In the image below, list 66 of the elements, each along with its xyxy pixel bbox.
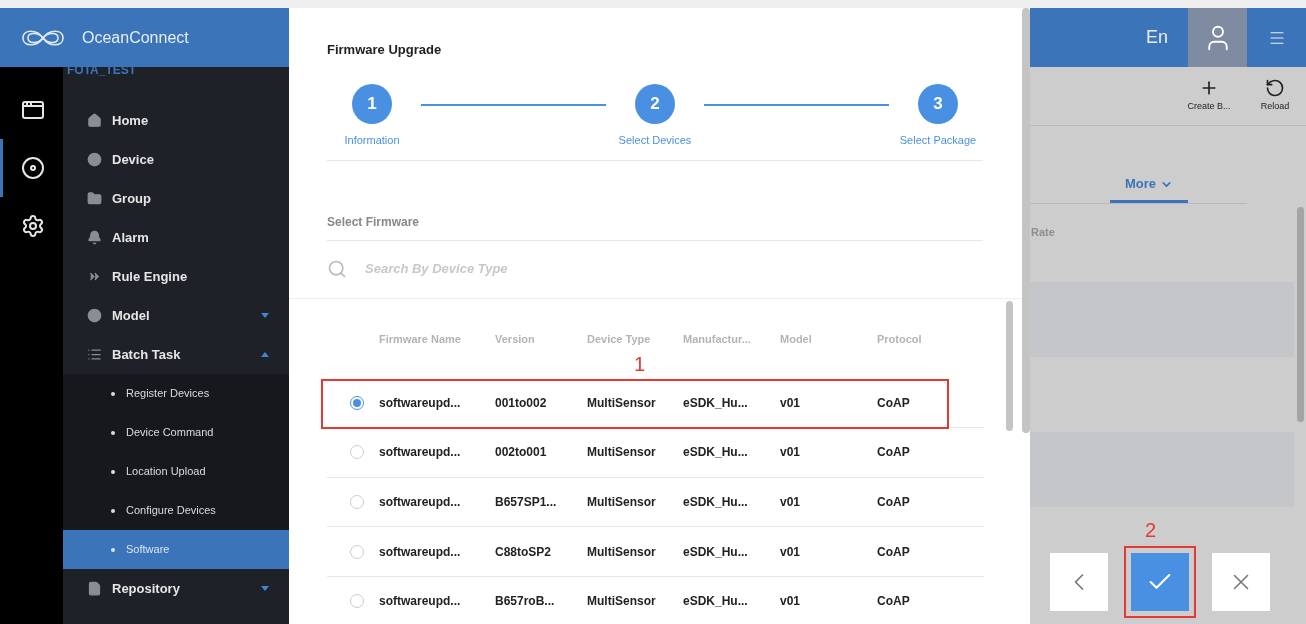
- table-row[interactable]: softwareupd... B657roB... MultiSensor eSDK_Hu... v01 CoAP: [327, 576, 984, 624]
- brand-name: OceanConnect: [82, 27, 189, 48]
- submenu-item[interactable]: Device Command: [63, 413, 289, 452]
- table-cell-text: eSDK_Hu...: [683, 593, 749, 611]
- annotation-number: 2: [1145, 518, 1157, 543]
- table-cell-text: v01: [780, 444, 802, 462]
- menu-item[interactable]: Alarm: [63, 218, 289, 257]
- menu-item[interactable]: Rule Engine: [63, 257, 289, 296]
- column-header: Model: [780, 332, 813, 348]
- toolbar-button[interactable]: Reload: [1246, 78, 1304, 114]
- table-cell-text: MultiSensor: [587, 444, 657, 462]
- table-cell-text: softwareupd...: [379, 543, 462, 561]
- table-cell-text: B657roB...: [495, 593, 556, 611]
- column-header: Firmware Name: [379, 332, 462, 348]
- step-label: Information: [344, 132, 400, 148]
- table-cell-text: v01: [780, 394, 802, 412]
- table-cell-text: CoAP: [877, 593, 911, 611]
- annotation-number: 1: [634, 351, 646, 377]
- table-cell-text: softwareupd...: [379, 593, 462, 611]
- step-label: Select Package: [899, 132, 977, 148]
- menu-item[interactable]: Home: [63, 101, 289, 140]
- table-cell-text: CoAP: [877, 444, 911, 462]
- table-cell-text: MultiSensor: [587, 543, 657, 561]
- table-cell-text: eSDK_Hu...: [683, 444, 749, 462]
- step-label: Select Devices: [618, 132, 692, 148]
- table-cell-text: v01: [780, 593, 802, 611]
- table-cell-text: eSDK_Hu...: [683, 394, 749, 412]
- table-cell-text: B657SP1...: [495, 494, 558, 511]
- table-cell-text: C88toSP2: [495, 543, 553, 561]
- table-row[interactable]: softwareupd... B657SP1... MultiSensor eSDK_Hu... v01 CoAP: [327, 477, 984, 528]
- table-cell-text: 001to002: [495, 394, 548, 412]
- table-cell-text: CoAP: [877, 543, 911, 561]
- table-cell-text: MultiSensor: [587, 394, 657, 412]
- section-title: Select Firmware: [327, 212, 983, 241]
- table-cell-text: v01: [780, 494, 802, 511]
- submenu-item[interactable]: Software: [63, 530, 289, 569]
- table-cell-text: CoAP: [877, 494, 911, 511]
- submenu-item[interactable]: Configure Devices: [63, 491, 289, 530]
- submenu-item[interactable]: Register Devices: [63, 374, 289, 413]
- table-cell-text: 002to001: [495, 444, 548, 462]
- toolbar-button[interactable]: Create B...: [1180, 78, 1238, 114]
- table-cell-text: softwareupd...: [379, 444, 462, 462]
- menu-item[interactable]: Model: [63, 296, 289, 335]
- menu-item[interactable]: Group: [63, 179, 289, 218]
- table-cell-text: eSDK_Hu...: [683, 494, 749, 511]
- dialog-title: Firmware Upgrade: [327, 41, 443, 59]
- table-cell-text: CoAP: [877, 394, 911, 412]
- table-cell-text: v01: [780, 543, 802, 561]
- menu-item[interactable]: Repository: [63, 569, 289, 608]
- table-cell-text: softwareupd...: [379, 394, 462, 412]
- table-row[interactable]: softwareupd... C88toSP2 MultiSensor eSDK_Hu... v01 CoAP: [327, 527, 984, 577]
- menu-item[interactable]: Batch Task: [63, 335, 289, 374]
- language-label: En: [1145, 26, 1168, 49]
- table-cell-text: softwareupd...: [379, 494, 462, 511]
- submenu-item[interactable]: Location Upload: [63, 452, 289, 491]
- column-header: Version: [495, 332, 536, 348]
- column-header: Manufactur...: [683, 332, 752, 348]
- column-header: Device Type: [587, 332, 652, 348]
- column-header: Protocol: [877, 332, 923, 348]
- table-row[interactable]: softwareupd... 002to001 MultiSensor eSDK_Hu... v01 CoAP: [327, 428, 984, 478]
- table-row[interactable]: softwareupd... 001to002 MultiSensor eSDK_Hu... v01 CoAP: [327, 378, 984, 429]
- column-header: Rate: [1030, 225, 1055, 241]
- menu-item[interactable]: Device: [63, 140, 289, 179]
- table-cell-text: MultiSensor: [587, 494, 657, 511]
- table-cell-text: eSDK_Hu...: [683, 543, 749, 561]
- table-cell-text: MultiSensor: [587, 593, 657, 611]
